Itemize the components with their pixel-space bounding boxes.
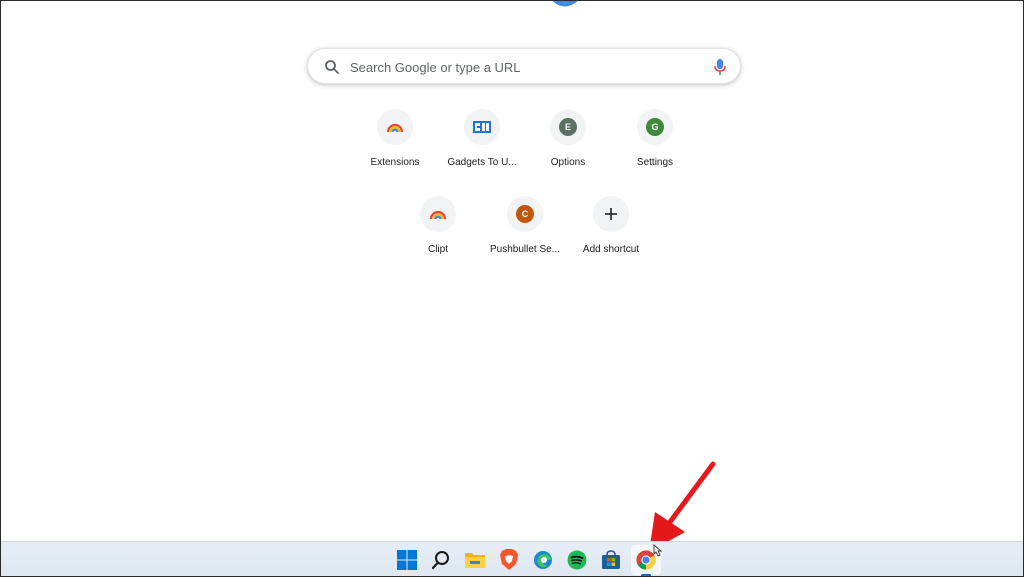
- file-explorer-icon[interactable]: [463, 548, 487, 572]
- search-input[interactable]: [348, 49, 692, 85]
- shortcut-pushbullet[interactable]: C Pushbullet Se...: [481, 186, 569, 266]
- letter-g-icon: G: [646, 118, 664, 136]
- search-box[interactable]: [307, 48, 741, 85]
- microphone-icon[interactable]: [712, 58, 728, 76]
- shortcut-options[interactable]: E Options: [524, 99, 612, 179]
- windows-start-icon[interactable]: [395, 548, 419, 572]
- shortcut-tile[interactable]: [377, 109, 413, 145]
- shortcut-tile[interactable]: C: [507, 196, 543, 232]
- shortcut-tile[interactable]: [464, 109, 500, 145]
- shortcut-label: Clipt: [427, 244, 448, 255]
- shortcut-tile[interactable]: G: [637, 109, 673, 145]
- edge-browser-icon[interactable]: [531, 548, 555, 572]
- chrome-new-tab-page: Extensions Gadgets To U... E Options G S…: [0, 0, 1024, 577]
- shortcut-tile[interactable]: [420, 196, 456, 232]
- taskbar: [1, 541, 1023, 576]
- shortcut-label: Options: [550, 157, 586, 168]
- plus-icon: [605, 208, 617, 220]
- rainbow-icon: [387, 123, 403, 133]
- shortcut-label: Gadgets To U...: [447, 157, 517, 168]
- letter-e-icon: E: [559, 118, 577, 136]
- rainbow-icon: [430, 210, 446, 220]
- brave-browser-icon[interactable]: [497, 548, 521, 572]
- shortcut-label: Extensions: [370, 157, 420, 168]
- shortcut-tile[interactable]: [593, 196, 629, 232]
- shortcut-add[interactable]: Add shortcut: [567, 186, 655, 266]
- letter-c-icon: C: [516, 205, 534, 223]
- spotify-icon[interactable]: [565, 548, 589, 572]
- shortcut-tile[interactable]: E: [550, 109, 586, 145]
- gadgetstouse-icon: [473, 121, 491, 133]
- search-icon: [325, 60, 339, 74]
- shortcut-settings[interactable]: G Settings: [611, 99, 699, 179]
- cursor-icon: [653, 544, 663, 557]
- search-icon[interactable]: [429, 548, 453, 572]
- shortcut-label: Pushbullet Se...: [489, 244, 561, 255]
- shortcut-clipt[interactable]: Clipt: [394, 186, 482, 266]
- shortcut-extensions[interactable]: Extensions: [351, 99, 439, 179]
- shortcut-gadgets-to-use[interactable]: Gadgets To U...: [438, 99, 526, 179]
- shortcut-label: Settings: [636, 157, 674, 168]
- microsoft-store-icon[interactable]: [599, 548, 623, 572]
- shortcut-label: Add shortcut: [582, 244, 640, 255]
- chrome-icon[interactable]: [634, 544, 663, 576]
- google-logo: [552, 1, 578, 7]
